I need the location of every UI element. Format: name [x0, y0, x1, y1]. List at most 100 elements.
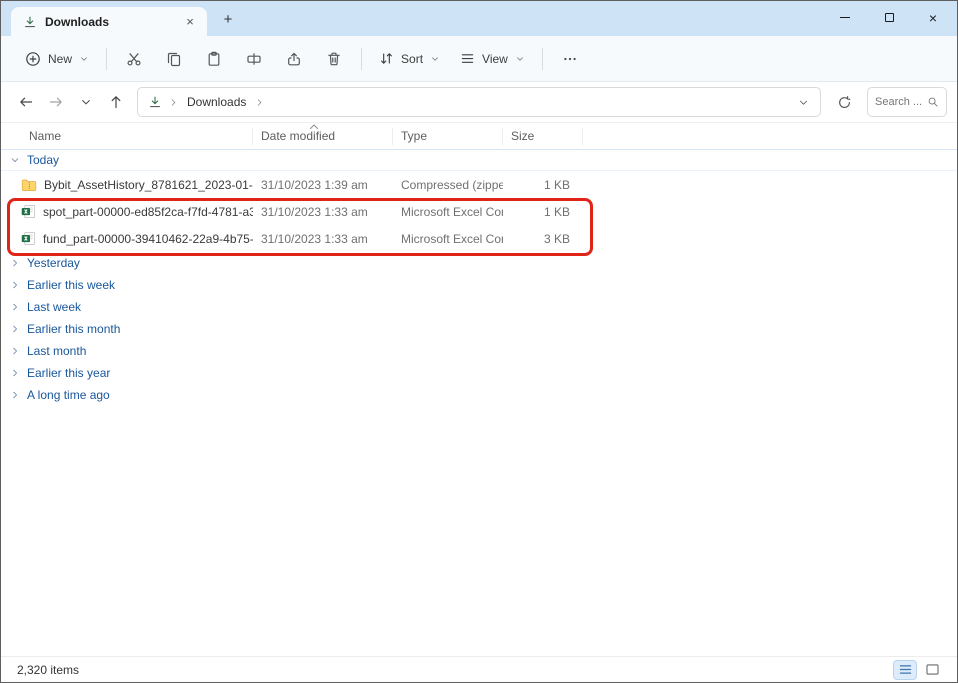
file-name: Bybit_AssetHistory_8781621_2023-01-01_20…: [44, 178, 253, 192]
chevron-down-icon: [80, 96, 92, 108]
tab-bar: Downloads × + ×: [1, 1, 957, 36]
view-icon: [460, 51, 475, 66]
group-label: Yesterday: [27, 256, 80, 270]
recent-locations-button[interactable]: [71, 87, 101, 117]
chevron-down-icon: [798, 97, 809, 108]
toolbar-divider: [106, 48, 107, 70]
delete-button[interactable]: [315, 44, 353, 74]
file-row[interactable]: Bybit_AssetHistory_8781621_2023-01-01_20…: [1, 171, 957, 198]
copy-button[interactable]: [155, 44, 193, 74]
address-dropdown-button[interactable]: [790, 89, 816, 115]
search-icon: [927, 96, 939, 108]
chevron-right-icon: [10, 346, 20, 356]
more-options-button[interactable]: [551, 44, 589, 74]
chevron-down-icon: [430, 54, 440, 64]
more-ellipsis-icon: [562, 51, 578, 67]
rename-button[interactable]: [235, 44, 273, 74]
group-header-a-long-time-ago[interactable]: A long time ago: [1, 384, 957, 406]
group-label: Last week: [27, 300, 81, 314]
scissors-icon: [126, 51, 142, 67]
column-header-name[interactable]: Name: [1, 128, 253, 145]
paste-icon: [206, 51, 222, 67]
group-label: Earlier this week: [27, 278, 115, 292]
address-bar[interactable]: Downloads: [137, 87, 821, 117]
cut-button[interactable]: [115, 44, 153, 74]
search-input[interactable]: [875, 96, 923, 108]
group-header-last-week[interactable]: Last week: [1, 296, 957, 318]
share-button[interactable]: [275, 44, 313, 74]
group-header-earlier-this-year[interactable]: Earlier this year: [1, 362, 957, 384]
chevron-right-icon: [10, 302, 20, 312]
file-row[interactable]: fund_part-00000-39410462-22a9-4b75-afb1-…: [1, 225, 957, 252]
file-type: Compressed (zipped)...: [393, 178, 503, 192]
chevron-down-icon: [10, 155, 20, 165]
new-button-label: New: [48, 52, 72, 66]
window-controls: ×: [823, 1, 955, 34]
excel-file-icon: [21, 204, 36, 219]
paste-button[interactable]: [195, 44, 233, 74]
copy-icon: [166, 51, 182, 67]
view-button[interactable]: View: [450, 44, 535, 73]
minimize-button[interactable]: [823, 1, 867, 34]
tab-title: Downloads: [45, 15, 173, 29]
chevron-down-icon: [79, 54, 89, 64]
chevron-right-icon: [10, 280, 20, 290]
status-bar: 2,320 items: [1, 656, 957, 682]
refresh-button[interactable]: [829, 87, 859, 117]
maximize-button[interactable]: [867, 1, 911, 34]
group-header-earlier-this-month[interactable]: Earlier this month: [1, 318, 957, 340]
share-icon: [286, 51, 302, 67]
column-header-type[interactable]: Type: [393, 128, 503, 145]
column-header-size[interactable]: Size: [503, 128, 583, 145]
details-view-toggle[interactable]: [894, 661, 916, 679]
file-type: Microsoft Excel Com...: [393, 205, 503, 219]
tab-downloads[interactable]: Downloads ×: [11, 7, 207, 36]
command-toolbar: New: [1, 36, 957, 82]
refresh-icon: [837, 95, 852, 110]
arrow-left-icon: [18, 94, 34, 110]
sort-button-label: Sort: [401, 52, 423, 66]
close-button[interactable]: ×: [911, 1, 955, 34]
group-header-earlier-this-week[interactable]: Earlier this week: [1, 274, 957, 296]
items-count: 2,320 items: [17, 663, 79, 677]
group-label: Earlier this month: [27, 322, 120, 336]
zip-folder-icon: [21, 177, 37, 193]
file-list-area: Name Date modified Type Size Today: [1, 123, 957, 656]
arrow-up-icon: [108, 94, 124, 110]
file-name: spot_part-00000-ed85f2ca-f7fd-4781-a3e6-…: [43, 205, 253, 219]
back-button[interactable]: [11, 87, 41, 117]
file-row[interactable]: spot_part-00000-ed85f2ca-f7fd-4781-a3e6-…: [1, 198, 957, 225]
file-size: 3 KB: [503, 232, 583, 246]
navigation-bar: Downloads: [1, 82, 957, 123]
chevron-right-icon: [10, 324, 20, 334]
sort-button[interactable]: Sort: [369, 44, 450, 73]
sort-ascending-icon: [309, 123, 319, 135]
group-label: Today: [27, 153, 59, 167]
sort-icon: [379, 51, 394, 66]
thumbnail-view-toggle[interactable]: [921, 661, 943, 679]
chevron-right-icon: [255, 98, 264, 107]
file-name: fund_part-00000-39410462-22a9-4b75-afb1-…: [43, 232, 253, 246]
chevron-down-icon: [515, 54, 525, 64]
thumbnail-view-icon: [926, 664, 939, 675]
view-toggles: [894, 661, 943, 679]
tab-close-icon[interactable]: ×: [181, 13, 199, 31]
maximize-icon: [885, 13, 894, 22]
chevron-right-icon: [10, 390, 20, 400]
search-box[interactable]: [867, 87, 947, 117]
new-tab-button[interactable]: +: [215, 6, 241, 32]
new-button[interactable]: New: [15, 44, 99, 74]
downloads-icon: [148, 95, 162, 109]
forward-button[interactable]: [41, 87, 71, 117]
excel-file-icon: [21, 231, 36, 246]
group-label: Earlier this year: [27, 366, 110, 380]
breadcrumb-downloads[interactable]: Downloads: [185, 93, 248, 111]
column-header-date-modified[interactable]: Date modified: [253, 128, 393, 145]
up-button[interactable]: [101, 87, 131, 117]
plus-circle-icon: [25, 51, 41, 67]
group-header-yesterday[interactable]: Yesterday: [1, 252, 957, 274]
group-header-last-month[interactable]: Last month: [1, 340, 957, 362]
minimize-icon: [840, 17, 850, 18]
group-header-today[interactable]: Today: [1, 149, 957, 171]
toolbar-divider: [361, 48, 362, 70]
